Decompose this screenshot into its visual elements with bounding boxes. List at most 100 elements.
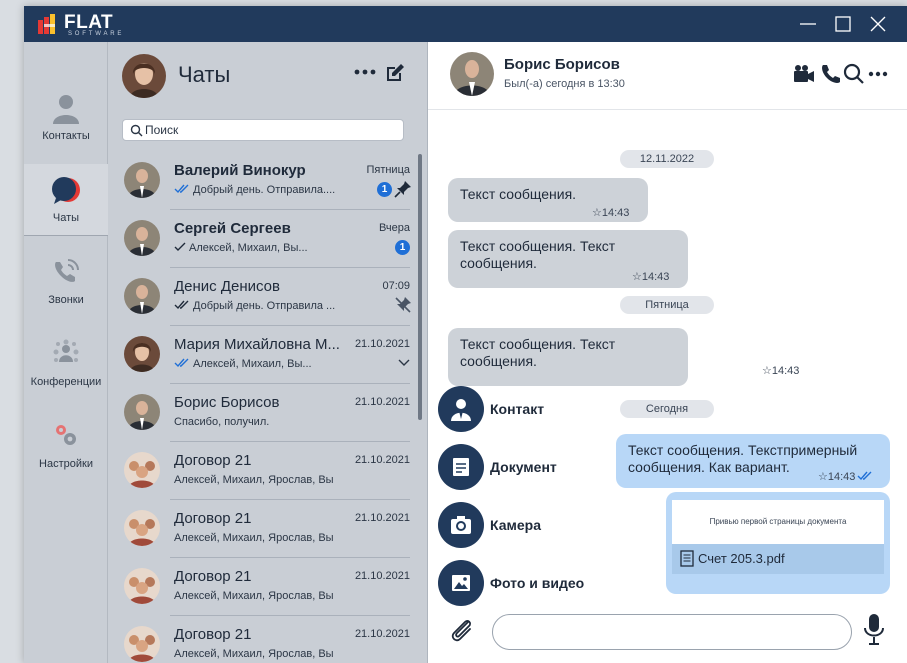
star-icon: ☆ (762, 365, 772, 377)
message-input[interactable] (492, 614, 852, 650)
more-icon[interactable] (868, 70, 888, 78)
search-box[interactable] (122, 119, 404, 141)
more-icon[interactable] (354, 68, 376, 76)
chat-date: 21.10.2021 (354, 570, 410, 582)
attach-contact-label: Контакт (490, 401, 545, 417)
document-icon (453, 458, 469, 476)
chat-list-item[interactable]: Денис Денисов Добрый день. Отправила ...… (108, 268, 428, 326)
search-icon (130, 124, 143, 137)
chat-preview: Добрый день. Отправила ... (174, 300, 374, 312)
pin-icon (394, 181, 411, 198)
brand-subtitle: SOFTWARE (68, 31, 125, 37)
message-text: Текст сообщения. Текст сообщения. (460, 336, 616, 369)
search-input[interactable] (145, 122, 395, 138)
maximize-icon[interactable] (831, 12, 855, 36)
chat-list-item[interactable]: Мария Михайловна М... Алексей, Михаил, В… (108, 326, 428, 384)
camera-icon (451, 516, 471, 534)
message-time-text: 14:43 (771, 365, 800, 377)
woman-avatar-icon (124, 336, 160, 372)
man-avatar-icon (450, 52, 494, 96)
avatar (124, 336, 160, 372)
chat-list-item[interactable]: Договор 21 Алексей, Михаил, Ярослав, Вы … (108, 616, 428, 663)
double-check-icon (174, 184, 189, 194)
avatar (124, 510, 160, 546)
chat-name: Мария Михайловна М... (174, 336, 340, 353)
chat-preview-text: Алексей, Михаил, Ярослав, Вы (174, 648, 334, 660)
nav-item-contacts[interactable]: Контакты (24, 82, 108, 154)
chat-date: 21.10.2021 (354, 338, 410, 350)
chat-list-panel: Чаты Валерий Винокур (108, 42, 428, 663)
chat-list-item[interactable]: Договор 21 Алексей, Михаил, Ярослав, Вы … (108, 558, 428, 616)
message-time-text: 14:43 (827, 471, 856, 483)
attach-photo-label: Фото и видео (490, 575, 585, 591)
chat-list-item[interactable]: Договор 21 Алексей, Михаил, Ярослав, Вы … (108, 500, 428, 558)
chat-date: 21.10.2021 (354, 628, 410, 640)
chat-preview: Добрый день. Отправила.... (174, 184, 374, 196)
compose-icon[interactable] (384, 62, 406, 84)
chat-preview-text: Добрый день. Отправила ... (193, 300, 336, 312)
nav-item-calls[interactable]: Звонки (24, 246, 108, 318)
chat-list-scrollbar[interactable] (418, 154, 422, 420)
chat-preview-text: Алексей, Михаил, Ярослав, Вы (174, 532, 334, 544)
chat-name: Борис Борисов (174, 394, 280, 411)
conversation-panel: Борис Борисов Был(-а) сегодня в 13:30 12… (428, 42, 907, 663)
attach-document-button[interactable]: Документ (438, 444, 598, 492)
chat-list-item[interactable]: Валерий Винокур Добрый день. Отправила..… (108, 152, 428, 210)
nav-item-chats[interactable]: Чаты (24, 164, 108, 236)
document-filename: Счет 205.3.pdf (698, 551, 785, 566)
message-time: ☆14:43 (818, 470, 873, 483)
chat-list-header: Чаты (108, 42, 428, 112)
minimize-icon[interactable] (796, 12, 820, 36)
video-call-icon[interactable] (792, 62, 816, 86)
document-file[interactable]: Счет 205.3.pdf (672, 544, 884, 574)
unpin-icon (395, 297, 411, 313)
chevron-down-icon[interactable] (398, 358, 410, 368)
chat-name: Сергей Сергеев (174, 220, 291, 237)
chat-preview-text: Алексей, Михаил, Вы... (189, 242, 308, 254)
group-avatar-icon (124, 626, 160, 662)
group-avatar-icon (124, 568, 160, 604)
unread-badge: 1 (377, 182, 392, 197)
attach-photo-button[interactable]: Фото и видео (438, 560, 598, 608)
star-icon: ☆ (818, 471, 828, 483)
nav-label-chats: Чаты (52, 212, 80, 224)
phone-icon[interactable] (818, 62, 842, 86)
attach-contact-circle (438, 386, 484, 432)
star-icon: ☆ (632, 271, 642, 283)
attach-camera-button[interactable]: Камера (438, 502, 598, 550)
check-icon (174, 242, 186, 251)
nav-item-settings[interactable]: Настройки (24, 410, 108, 482)
chat-preview-text: Алексей, Михаил, Ярослав, Вы (174, 474, 334, 486)
contacts-icon (53, 95, 79, 124)
avatar (124, 220, 160, 256)
document-message[interactable]: Привью первой страницы документа Счет 20… (666, 492, 890, 594)
nav-label-conferences: Конференции (30, 376, 102, 388)
chat-list-item[interactable]: Сергей Сергеев Алексей, Михаил, Вы... Вч… (108, 210, 428, 268)
attach-camera-label: Камера (490, 517, 541, 533)
message-composer (428, 608, 907, 663)
paperclip-icon[interactable] (448, 616, 476, 644)
my-avatar[interactable] (122, 54, 166, 98)
woman-avatar-icon (122, 54, 166, 98)
chat-name: Договор 21 (174, 452, 252, 469)
close-icon[interactable] (866, 12, 890, 36)
attach-document-label: Документ (490, 459, 557, 475)
avatar (124, 568, 160, 604)
group-avatar-icon (124, 510, 160, 546)
message-time: ☆14:43 (632, 270, 669, 283)
message-time-text: 14:43 (641, 271, 670, 283)
man-avatar-icon (124, 394, 160, 430)
chat-name: Договор 21 (174, 510, 252, 527)
calls-icon (55, 259, 79, 282)
avatar (124, 162, 160, 198)
chat-list-item[interactable]: Борис Борисов Спасибо, получил. 21.10.20… (108, 384, 428, 442)
flat-logo-icon (38, 14, 55, 34)
chat-date: 21.10.2021 (354, 396, 410, 408)
man-avatar-icon (124, 220, 160, 256)
nav-item-conferences[interactable]: Конференции (24, 328, 108, 400)
attach-contact-button[interactable]: Контакт (438, 386, 598, 434)
peer-avatar[interactable] (450, 52, 494, 96)
search-icon[interactable] (842, 62, 866, 86)
microphone-icon[interactable] (862, 612, 886, 648)
chat-list-item[interactable]: Договор 21 Алексей, Михаил, Ярослав, Вы … (108, 442, 428, 500)
